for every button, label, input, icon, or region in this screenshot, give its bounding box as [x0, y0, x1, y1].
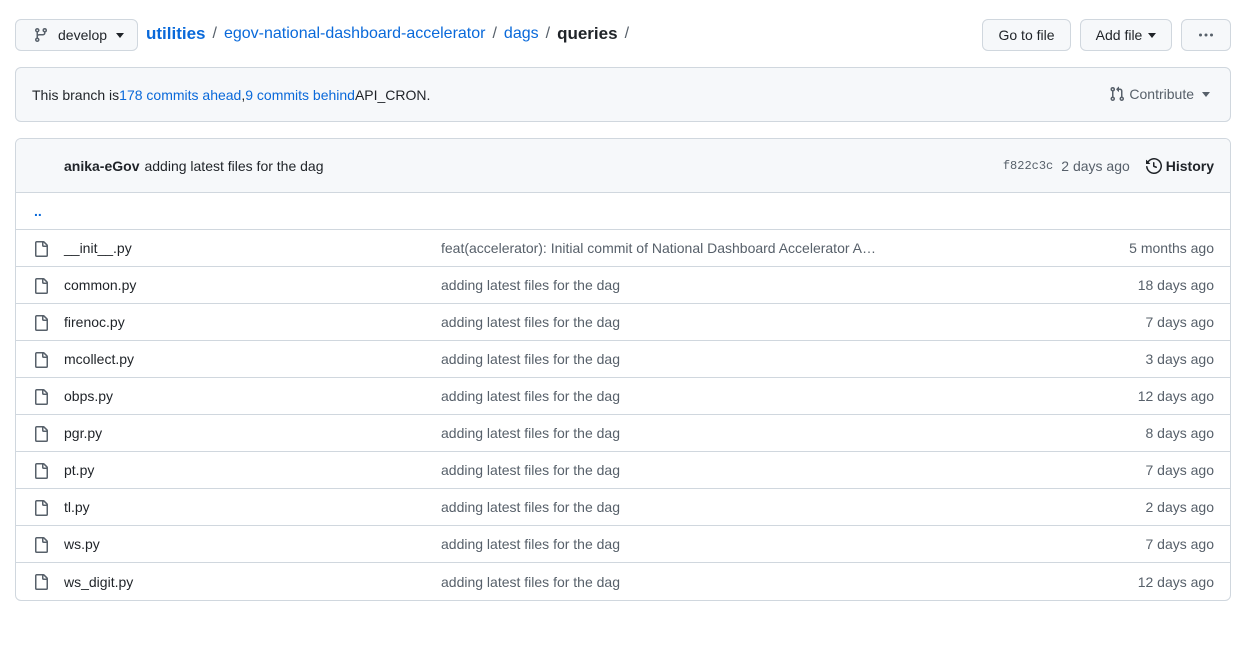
breadcrumb-current: queries: [557, 24, 618, 43]
file-commit-message-link[interactable]: adding latest files for the dag: [441, 277, 620, 293]
history-icon: [1145, 158, 1162, 174]
parent-directory-row: ..: [16, 193, 1230, 230]
history-label: History: [1165, 158, 1214, 174]
file-icon: [35, 426, 48, 442]
file-commit-date: 7 days ago: [1145, 314, 1215, 330]
file-commit-date: 12 days ago: [1137, 388, 1214, 404]
file-commit-date: 7 days ago: [1145, 536, 1215, 552]
file-icon: [35, 315, 48, 331]
file-commit-message-link[interactable]: feat(accelerator): Initial commit of Nat…: [441, 240, 876, 256]
kebab-horizontal-icon: [1199, 33, 1213, 37]
file-row: pt.py adding latest files for the dag 7 …: [16, 452, 1230, 489]
file-name-link[interactable]: pt.py: [64, 462, 94, 478]
breadcrumb-separator: /: [545, 25, 551, 42]
file-commit-message-link[interactable]: adding latest files for the dag: [441, 462, 620, 478]
file-row: ws.py adding latest files for the dag 7 …: [16, 526, 1230, 563]
branch-comparison-bar: This branch is 178 commits ahead , 9 com…: [15, 67, 1231, 122]
caret-down-icon: [116, 32, 125, 38]
file-name-link[interactable]: pgr.py: [64, 425, 102, 441]
file-row: pgr.py adding latest files for the dag 8…: [16, 415, 1230, 452]
parent-directory-link[interactable]: ..: [34, 203, 42, 219]
file-commit-message-link[interactable]: adding latest files for the dag: [441, 425, 620, 441]
breadcrumb-separator: /: [212, 25, 217, 42]
caret-down-icon: [1202, 91, 1210, 97]
contribute-button[interactable]: Contribute: [1109, 86, 1214, 102]
breadcrumb-link-accelerator[interactable]: egov-national-dashboard-accelerator: [224, 25, 486, 43]
file-row: firenoc.py adding latest files for the d…: [16, 304, 1230, 341]
file-name-link[interactable]: common.py: [64, 277, 136, 293]
breadcrumb-separator: /: [624, 25, 630, 42]
latest-commit-bar: anika-eGov adding latest files for the d…: [16, 139, 1230, 193]
file-commit-date: 3 days ago: [1145, 351, 1215, 367]
file-name-link[interactable]: ws.py: [64, 536, 100, 552]
file-row: common.py adding latest files for the da…: [16, 267, 1230, 304]
git-branch-icon: [34, 28, 47, 43]
breadcrumb-repo-link[interactable]: utilities: [146, 24, 206, 44]
file-row: ws_digit.py adding latest files for the …: [16, 563, 1230, 600]
file-name-link[interactable]: mcollect.py: [64, 351, 134, 367]
file-icon: [35, 278, 48, 294]
file-commit-date: 7 days ago: [1145, 462, 1215, 478]
go-to-file-button[interactable]: Go to file: [982, 19, 1071, 51]
file-name-link[interactable]: firenoc.py: [64, 314, 125, 330]
contribute-label: Contribute: [1129, 86, 1194, 102]
file-row: __init__.py feat(accelerator): Initial c…: [16, 230, 1230, 267]
more-options-button[interactable]: [1181, 19, 1231, 51]
file-row: mcollect.py adding latest files for the …: [16, 341, 1230, 378]
file-icon: [35, 574, 48, 590]
commit-author-link[interactable]: anika-eGov: [64, 158, 139, 174]
breadcrumb-separator: /: [492, 25, 497, 42]
commit-message-link[interactable]: adding latest files for the dag: [144, 158, 323, 174]
branch-name: develop: [58, 27, 108, 43]
file-name-link[interactable]: __init__.py: [64, 240, 132, 256]
file-icon: [35, 241, 48, 257]
caret-down-icon: [1148, 32, 1157, 38]
file-commit-date: 18 days ago: [1137, 277, 1214, 293]
file-name-link[interactable]: tl.py: [64, 499, 90, 515]
file-commit-date: 5 months ago: [1129, 240, 1214, 256]
file-name-link[interactable]: obps.py: [64, 388, 113, 404]
commit-sha-link[interactable]: f822c3c: [1003, 159, 1053, 173]
commits-ahead-link[interactable]: 178 commits ahead: [119, 87, 241, 103]
commit-date: 2 days ago: [1061, 158, 1130, 174]
file-icon: [35, 463, 48, 479]
file-commit-date: 12 days ago: [1137, 573, 1214, 590]
file-commit-message-link[interactable]: adding latest files for the dag: [441, 536, 620, 552]
history-link[interactable]: History: [1145, 158, 1214, 174]
file-commit-date: 2 days ago: [1145, 499, 1215, 515]
file-row: tl.py adding latest files for the dag 2 …: [16, 489, 1230, 526]
file-commit-message-link[interactable]: adding latest files for the dag: [441, 499, 620, 515]
file-commit-message-link[interactable]: adding latest files for the dag: [441, 388, 620, 404]
breadcrumb-link-dags[interactable]: dags: [504, 25, 539, 43]
branch-info-prefix: This branch is: [32, 86, 120, 103]
file-icon: [35, 537, 48, 553]
branch-selector-button[interactable]: develop: [15, 19, 138, 51]
file-icon: [35, 500, 48, 516]
file-row: obps.py adding latest files for the dag …: [16, 378, 1230, 415]
file-icon: [35, 352, 48, 368]
file-commit-date: 8 days ago: [1145, 425, 1215, 441]
pull-request-icon: [1110, 86, 1125, 102]
file-icon: [35, 389, 48, 405]
file-list: anika-eGov adding latest files for the d…: [15, 138, 1231, 601]
add-file-label: Add file: [1095, 27, 1143, 43]
breadcrumb: utilities / egov-national-dashboard-acce…: [146, 24, 636, 44]
commits-behind-link[interactable]: 9 commits behind: [245, 87, 355, 103]
file-commit-message-link[interactable]: adding latest files for the dag: [441, 351, 620, 367]
file-commit-message-link[interactable]: adding latest files for the dag: [441, 314, 620, 330]
file-name-link[interactable]: ws_digit.py: [64, 574, 133, 590]
commit-meta: f822c3c 2 days ago History: [1003, 139, 1214, 193]
branch-info-suffix: API_CRON.: [354, 86, 431, 103]
file-commit-message-link[interactable]: adding latest files for the dag: [441, 574, 620, 590]
add-file-button[interactable]: Add file: [1080, 19, 1172, 51]
